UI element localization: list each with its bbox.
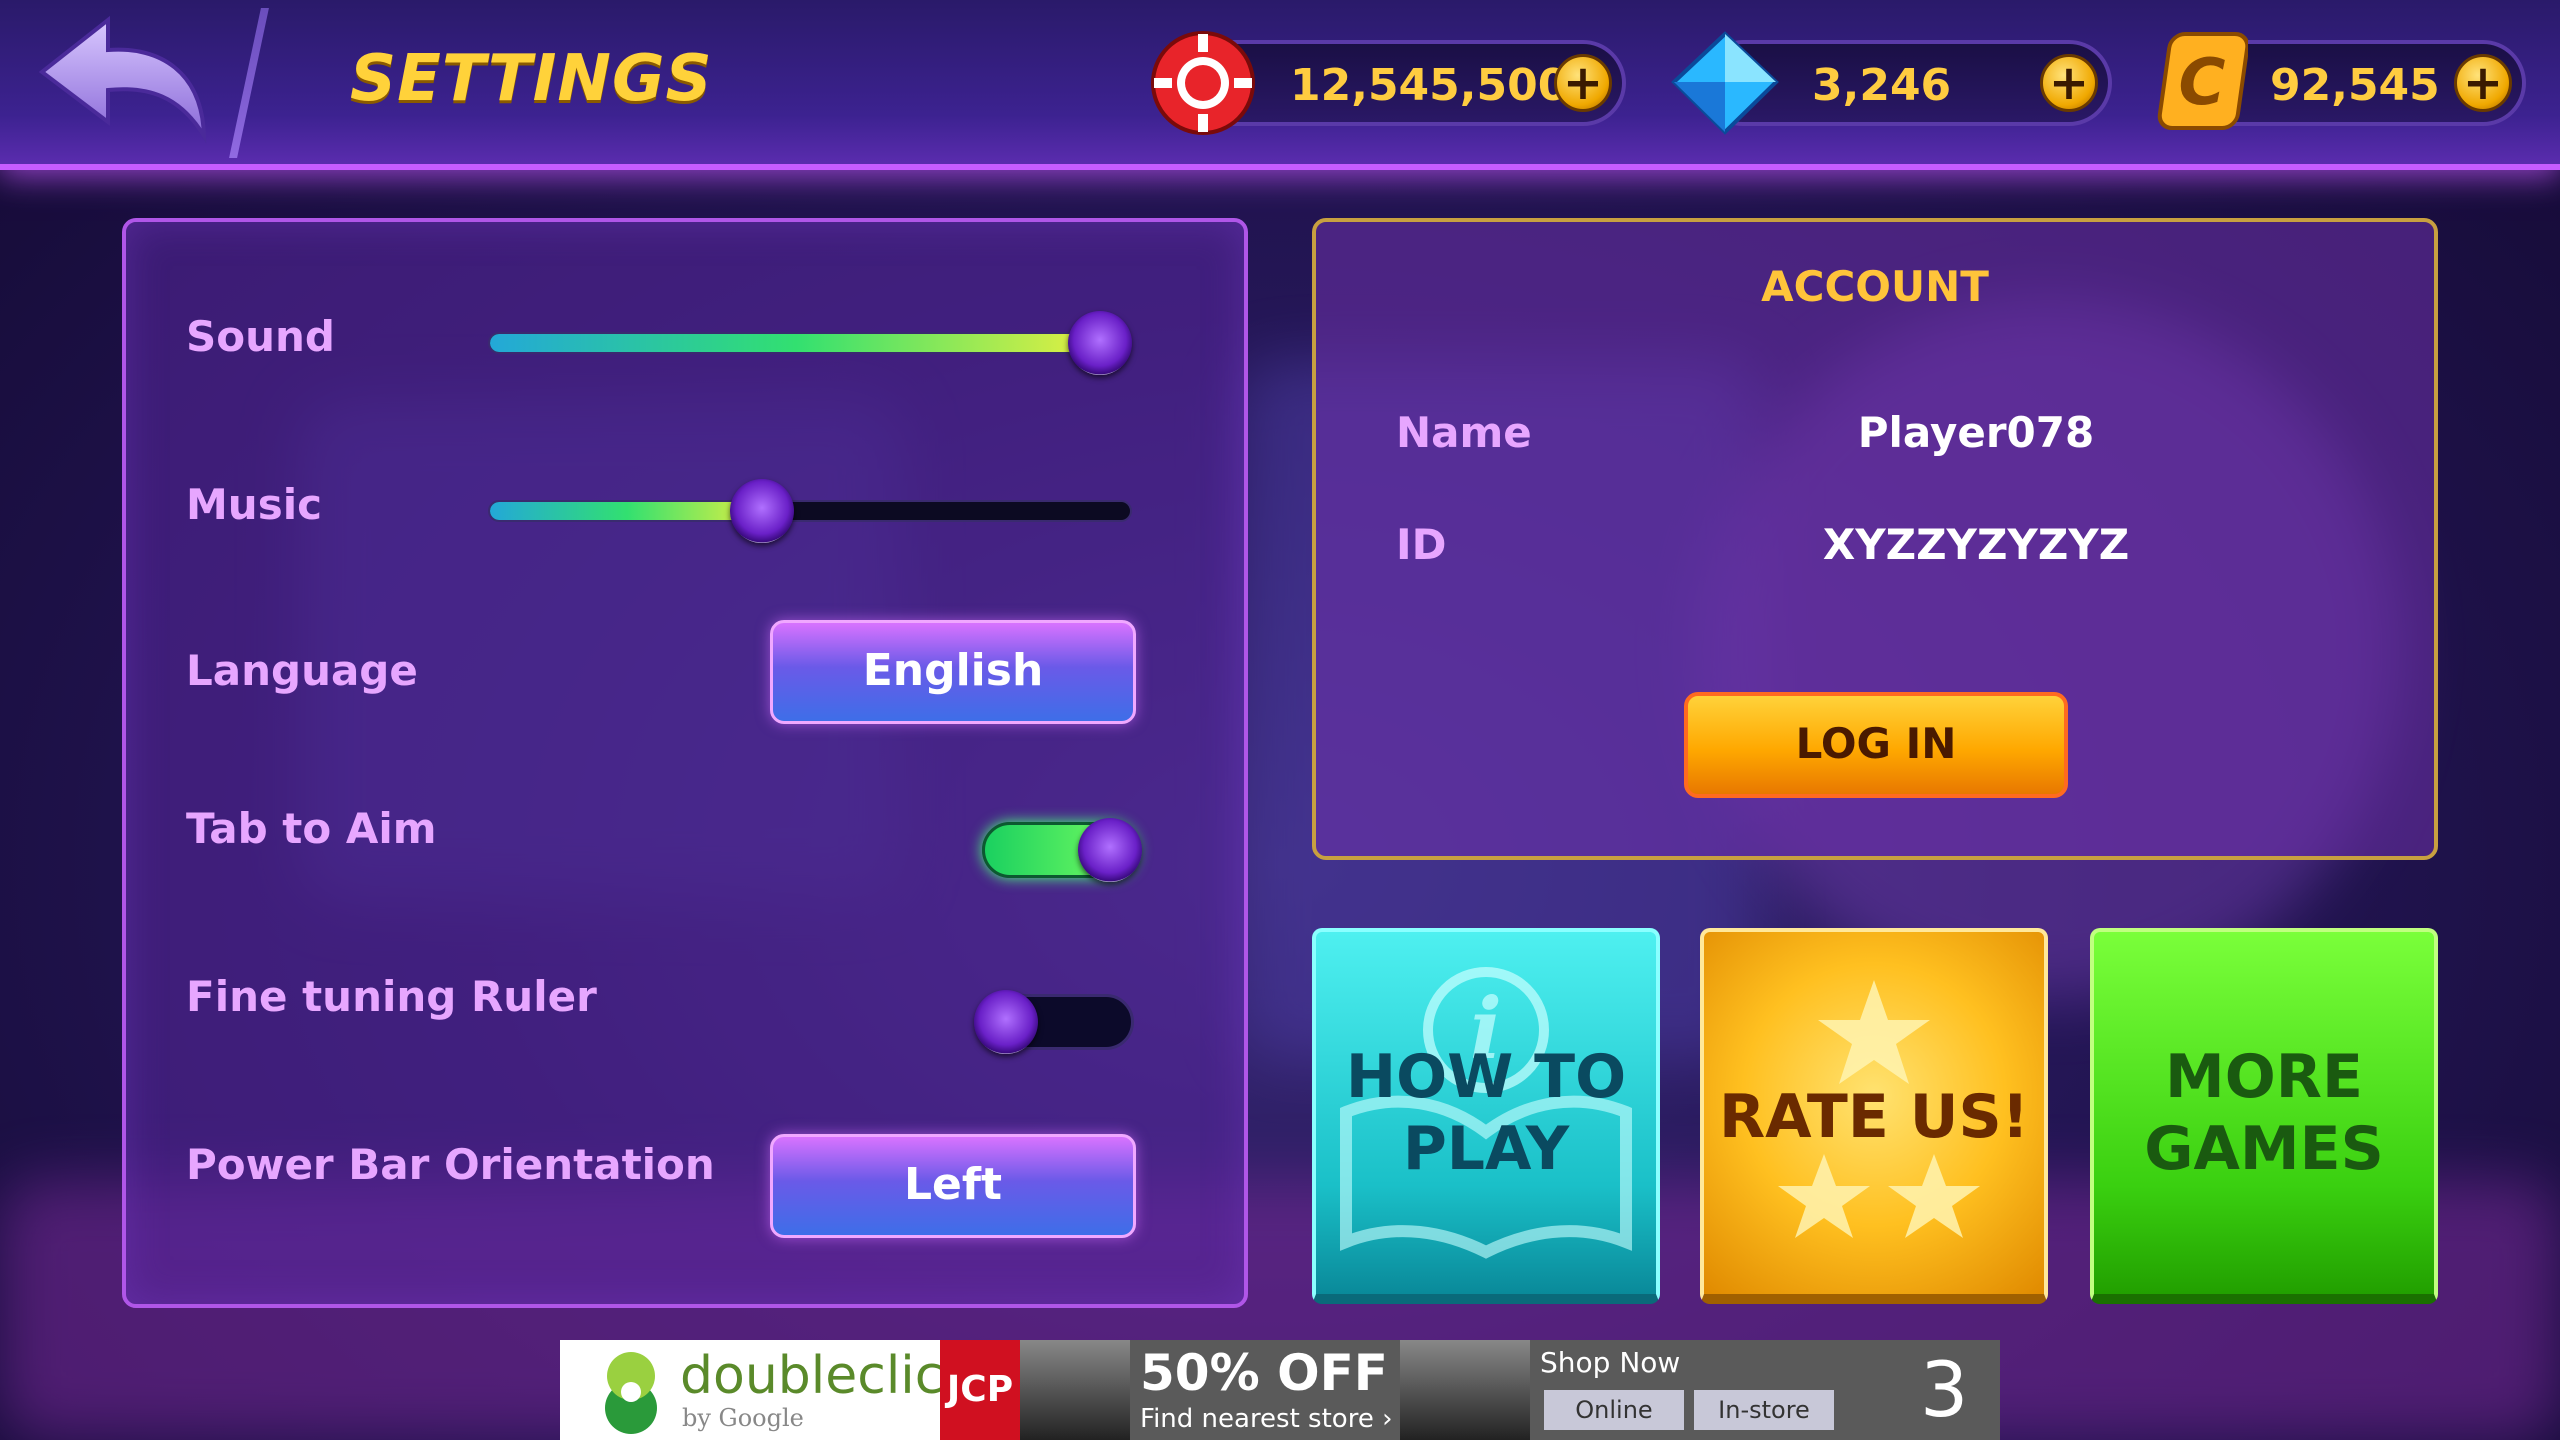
back-arrow-icon	[38, 15, 207, 144]
back-button[interactable]	[30, 10, 220, 150]
by-google-text: by Google	[682, 1404, 804, 1432]
coins-amount: 92,545	[2270, 60, 2440, 111]
name-label: Name	[1396, 408, 1532, 457]
fine-tuning-label: Fine tuning Ruler	[186, 972, 597, 1021]
id-label: ID	[1396, 520, 1447, 569]
rate-us-label: RATE US!	[1718, 1082, 2030, 1152]
language-button[interactable]: English	[770, 620, 1136, 724]
more-games-tile[interactable]: MORE GAMES	[2090, 928, 2438, 1304]
power-bar-orientation-button[interactable]: Left	[770, 1134, 1136, 1238]
sound-slider-knob[interactable]	[1068, 311, 1132, 375]
svg-text:C: C	[2179, 46, 2226, 120]
music-slider-knob[interactable]	[729, 479, 794, 543]
more-games-line2: GAMES	[2144, 1114, 2384, 1184]
ad-shop-now: Shop Now	[1540, 1346, 1681, 1379]
page-title: SETTINGS	[350, 42, 713, 116]
add-diamonds-button[interactable]: +	[2040, 54, 2098, 112]
jcp-ad-section: JCP 50% OFF Find nearest store › Shop No…	[940, 1340, 2000, 1440]
ad-number: 3	[1920, 1345, 1969, 1434]
tab-to-aim-label: Tab to Aim	[186, 804, 437, 853]
music-slider[interactable]	[488, 500, 1132, 522]
power-bar-label: Power Bar Orientation	[186, 1140, 715, 1189]
poker-chip-icon	[1151, 31, 1255, 135]
fine-tuning-toggle-knob[interactable]	[974, 990, 1038, 1054]
ad-headline: 50% OFF	[1140, 1344, 1388, 1402]
sound-slider-fill	[490, 334, 1102, 352]
settings-panel: Sound Music Language English Tab to Aim …	[122, 218, 1248, 1308]
how-to-play-line1: HOW TO	[1345, 1042, 1627, 1112]
doubleclick-wordmark: doubleclick	[680, 1346, 974, 1406]
sound-slider[interactable]	[488, 332, 1132, 354]
id-value: XYZZYZYZYZ	[1822, 520, 2130, 569]
how-to-play-line2: PLAY	[1402, 1114, 1570, 1184]
sound-label: Sound	[186, 312, 335, 361]
jcp-logo: JCP	[940, 1340, 1020, 1440]
add-chips-button[interactable]: +	[1554, 54, 1612, 112]
doubleclick-logo-icon	[605, 1352, 657, 1434]
ad-banner[interactable]: doubleclick by Google JCP 50% OFF Find n…	[560, 1340, 2000, 1440]
music-slider-fill	[490, 502, 764, 520]
header-divider	[229, 8, 269, 158]
account-panel: ACCOUNT Name Player078 ID XYZZYZYZYZ LOG…	[1312, 218, 2438, 860]
ad-find-store-link[interactable]: Find nearest store ›	[1140, 1404, 1392, 1434]
more-games-line1: MORE	[2165, 1042, 2363, 1112]
login-button[interactable]: LOG IN	[1684, 692, 2068, 798]
tab-to-aim-toggle-knob[interactable]	[1078, 818, 1142, 882]
name-value: Player078	[1857, 408, 2095, 457]
music-label: Music	[186, 480, 322, 529]
add-coins-button[interactable]: +	[2454, 54, 2512, 112]
diamond-icon	[1671, 31, 1779, 135]
top-bar: SETTINGS 12,545,500 + 3,246 + 92,545 + C	[0, 0, 2560, 170]
account-title: ACCOUNT	[1761, 262, 1989, 311]
coin-icon: C	[2157, 32, 2248, 130]
ad-model-photo-2	[1400, 1340, 1530, 1440]
doubleclick-ad-section: doubleclick by Google	[560, 1340, 973, 1440]
chips-amount: 12,545,500	[1290, 60, 1569, 111]
diamonds-amount: 3,246	[1812, 60, 1952, 111]
how-to-play-tile[interactable]: i HOW TO PLAY	[1312, 928, 1660, 1304]
ad-online-button[interactable]: Online	[1544, 1390, 1684, 1430]
language-label: Language	[186, 646, 418, 695]
rate-us-tile[interactable]: RATE US!	[1700, 928, 2048, 1304]
ad-model-photo	[1020, 1340, 1130, 1440]
ad-instore-button[interactable]: In-store	[1694, 1390, 1834, 1430]
